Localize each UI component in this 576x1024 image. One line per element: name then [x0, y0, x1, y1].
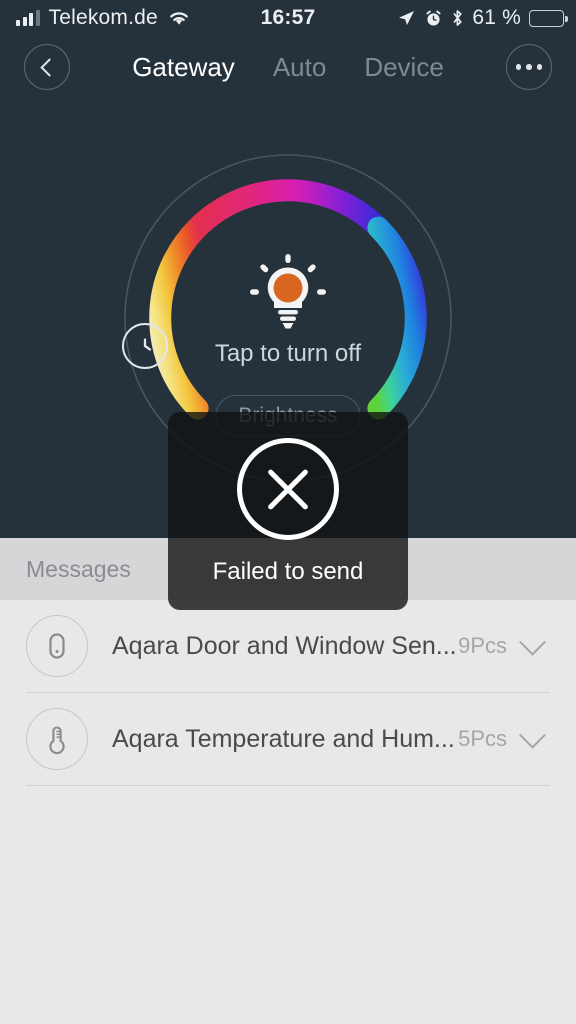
alarm-clock-icon	[426, 10, 441, 26]
device-list: Aqara Door and Window Sen... 9Pcs Aqara …	[0, 600, 576, 786]
battery-percent-label: 61 %	[472, 6, 521, 29]
tab-auto[interactable]: Auto	[273, 52, 327, 83]
failed-toast: Failed to send	[168, 412, 408, 610]
door-window-sensor-icon	[26, 615, 88, 677]
wheel-arc-magenta	[189, 179, 387, 236]
thermometer-glyph	[49, 726, 65, 755]
list-item[interactable]: Aqara Door and Window Sen... 9Pcs	[26, 600, 550, 693]
wheel-arc-warm	[149, 216, 209, 420]
device-name: Aqara Temperature and Hum...	[112, 724, 455, 753]
device-count: 5Pcs	[458, 726, 507, 751]
light-bulb-icon	[250, 254, 326, 329]
navigation-bar: Gateway Auto Device	[0, 36, 576, 98]
chevron-down-icon[interactable]	[519, 628, 546, 656]
power-state-label: Tap to turn off	[214, 340, 362, 367]
battery-icon	[529, 9, 568, 27]
tab-gateway[interactable]: Gateway	[132, 52, 235, 83]
messages-title: Messages	[26, 555, 131, 582]
device-count: 9Pcs	[458, 633, 507, 658]
location-arrow-icon	[399, 11, 415, 25]
status-bar-right: 61 %	[396, 6, 568, 30]
chevron-down-icon[interactable]	[519, 721, 546, 749]
device-name: Aqara Door and Window Sen...	[112, 631, 457, 660]
bluetooth-icon	[453, 10, 462, 26]
messages-section: Messages Aqara Door and Window Sen... 9P…	[0, 538, 576, 1024]
ellipsis-icon	[515, 64, 543, 70]
power-toggle-button[interactable]	[242, 246, 334, 343]
temperature-humidity-sensor-icon	[26, 708, 88, 770]
status-bar: Telekom.de 16:57 61 %	[0, 0, 576, 36]
tab-bar: Gateway Auto Device	[0, 36, 576, 98]
door-sensor-glyph	[49, 633, 65, 659]
app-screen: Telekom.de 16:57 61 % Gateway Auto Devic…	[0, 0, 576, 1024]
circle-x-icon	[237, 438, 339, 540]
more-options-button[interactable]	[506, 44, 552, 90]
toast-message: Failed to send	[212, 558, 364, 585]
tab-device[interactable]: Device	[364, 52, 443, 83]
wheel-arc-cool	[367, 216, 427, 420]
list-item[interactable]: Aqara Temperature and Hum... 5Pcs	[26, 693, 550, 786]
